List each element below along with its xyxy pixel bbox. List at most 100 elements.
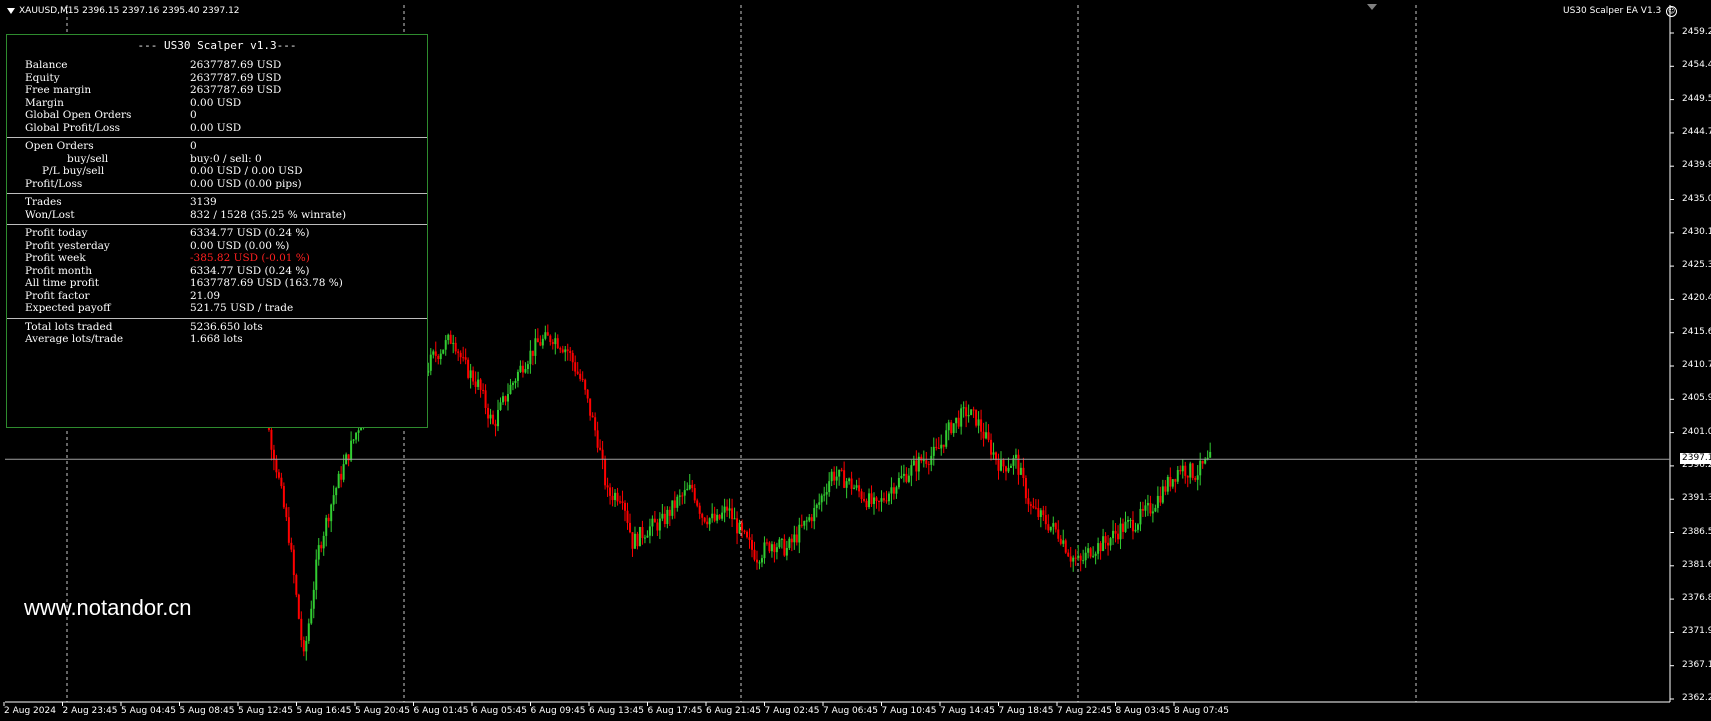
price-chart[interactable]: XAUUSD,M15 2396.15 2397.16 2395.40 2397.… [0, 0, 1711, 721]
candle-body [464, 357, 467, 360]
candle-body [437, 355, 440, 360]
ea-info-panel: --- US30 Scalper v1.3--- Balance 2637787.6… [6, 34, 428, 428]
candle-body [312, 589, 315, 609]
panel-title: --- US30 Scalper v1.3--- [137, 39, 297, 52]
stat-row: Global Profit/Loss 0.00 USD [7, 122, 427, 135]
candle-body [840, 469, 843, 471]
candle-body [1029, 504, 1032, 506]
candle-body [1007, 467, 1010, 472]
candle-body [492, 414, 495, 424]
stat-value: 0.00 USD [190, 96, 242, 109]
candle-body [1176, 470, 1179, 482]
candle-body [1014, 454, 1017, 459]
stat-value: 0.00 USD [190, 121, 242, 134]
candle-body [843, 470, 846, 488]
stat-label: Profit yesterday [25, 239, 110, 252]
symbol-header[interactable]: XAUUSD,M15 2396.15 2397.16 2395.40 2397.… [7, 6, 240, 16]
chevron-down-icon[interactable] [7, 8, 15, 14]
stat-value: 0.00 USD (0.00 pips) [190, 177, 302, 190]
candle-body [305, 640, 308, 652]
stat-row: Balance 2637787.69 USD [7, 59, 427, 72]
time-tick-label: 8 Aug 03:45 [1115, 706, 1171, 716]
candle-body [1181, 465, 1184, 472]
candle-body [270, 429, 273, 450]
candle-body [1087, 548, 1090, 553]
candle-body [746, 531, 749, 538]
candle-body [295, 575, 298, 595]
candle-body [815, 504, 818, 508]
candle-body [462, 357, 465, 359]
candle-body [633, 533, 636, 549]
candle-body [910, 465, 913, 476]
stat-value: 5236.650 lots [190, 320, 263, 333]
stat-row: Profit month 6334.77 USD (0.24 %) [7, 265, 427, 278]
candle-body [661, 513, 664, 519]
candle-body [706, 521, 709, 525]
candle-body [850, 478, 853, 489]
candle-body [322, 535, 325, 549]
candle-body [1166, 476, 1169, 492]
candle-body [868, 493, 871, 508]
chart-shift-marker[interactable] [1367, 4, 1377, 10]
candle-body [556, 338, 559, 349]
stat-row: buy/sell buy:0 / sell: 0 [7, 153, 427, 166]
candle-body [676, 496, 679, 508]
candle-body [310, 608, 313, 624]
candle-body [616, 492, 619, 502]
candle-body [760, 558, 763, 563]
candle-body [952, 423, 955, 434]
candle-body [586, 389, 589, 399]
candle-body [726, 506, 729, 511]
candle-body [429, 354, 432, 371]
candle-body [1209, 452, 1212, 458]
candle-body [975, 409, 978, 426]
candle-body [721, 512, 724, 519]
candle-body [1119, 523, 1122, 540]
candle-body [521, 365, 524, 373]
candle-body [1129, 519, 1132, 521]
candle-body [330, 504, 333, 522]
candle-body [972, 409, 975, 411]
candle-body [783, 538, 786, 556]
price-tick-label: 2401.00 [1682, 426, 1711, 437]
candle-body [892, 487, 895, 494]
candle-body [765, 542, 768, 544]
candle-body [638, 527, 641, 547]
candle-body [454, 342, 457, 352]
candle-body [1109, 538, 1112, 546]
candle-body [855, 485, 858, 488]
candle-body [830, 471, 833, 482]
candle-body [1154, 507, 1157, 512]
candle-body [327, 517, 330, 522]
stat-row: Profit today 6334.77 USD (0.24 %) [7, 227, 427, 240]
candle-body [285, 507, 288, 518]
price-tick-label: 2425.30 [1682, 260, 1711, 271]
candle-body [833, 471, 836, 481]
candle-body [302, 640, 305, 652]
candle-body [621, 501, 624, 503]
candle-body [444, 340, 447, 350]
price-tick-label: 2367.10 [1682, 659, 1711, 670]
candle-body [584, 379, 587, 390]
candle-body [1136, 524, 1139, 530]
candle-body [775, 547, 778, 553]
time-tick-label: 7 Aug 18:45 [998, 706, 1054, 716]
candle-body [873, 497, 876, 504]
candle-body [825, 492, 828, 495]
candle-body [828, 481, 831, 493]
candle-body [1126, 520, 1129, 522]
candle-body [1124, 521, 1127, 532]
candle-body [1134, 529, 1137, 532]
candle-body [788, 538, 791, 548]
candle-body [1009, 465, 1012, 468]
candle-body [937, 447, 940, 449]
candle-body [790, 538, 793, 543]
price-tick-label: 2410.70 [1682, 360, 1711, 370]
expert-advisor-label[interactable]: US30 Scalper EA V1.3 ☺ [1563, 6, 1678, 17]
candle-body [653, 518, 656, 523]
candle-body [1102, 536, 1105, 552]
candle-body [611, 495, 614, 501]
candle-body [601, 449, 604, 459]
candle-body [1067, 552, 1070, 557]
stat-row: Free margin 2637787.69 USD [7, 84, 427, 97]
